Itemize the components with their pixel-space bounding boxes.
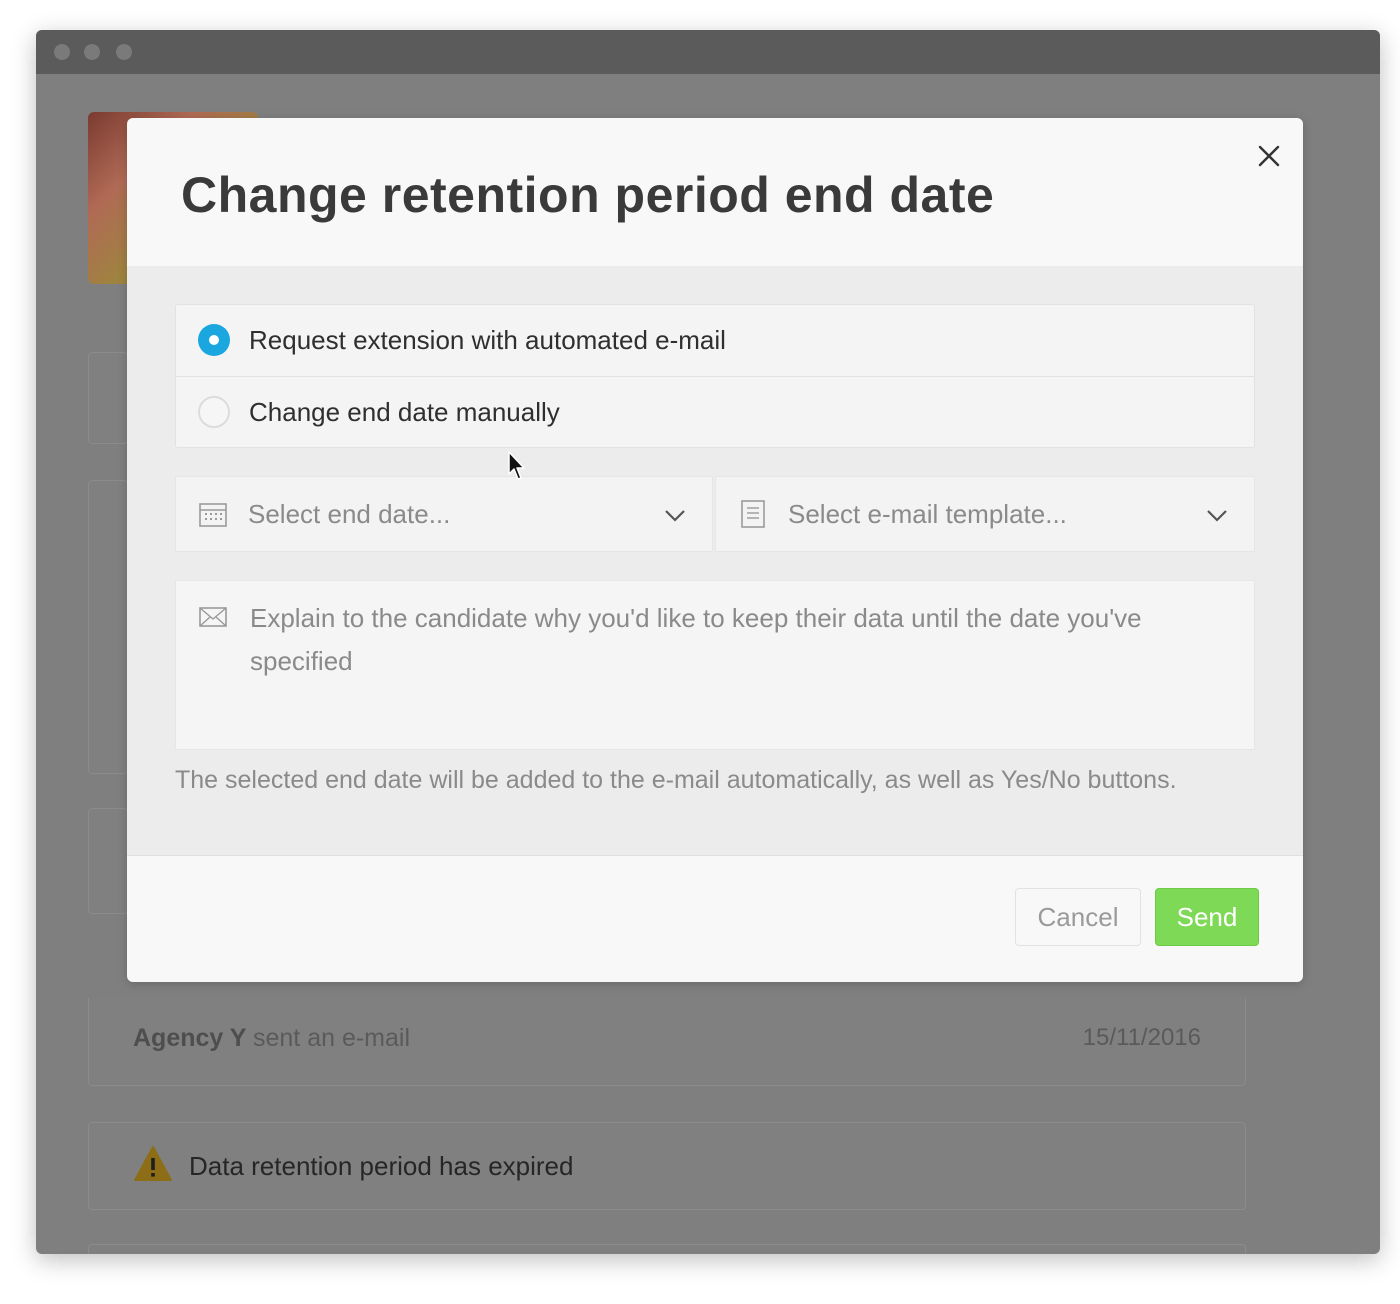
email-template-placeholder: Select e-mail template...	[788, 499, 1067, 529]
window-titlebar	[36, 30, 1380, 74]
window-minimize-dot[interactable]	[84, 44, 100, 60]
background-card	[88, 352, 128, 444]
window-close-dot[interactable]	[54, 44, 70, 60]
message-placeholder: Explain to the candidate why you'd like …	[250, 603, 1142, 676]
warning-icon	[134, 1146, 172, 1181]
option-automated-email[interactable]: Request extension with automated e-mail	[176, 305, 1254, 377]
end-date-placeholder: Select end date...	[248, 499, 451, 529]
email-template-select[interactable]: Select e-mail template...	[715, 476, 1255, 552]
calendar-icon	[199, 503, 227, 527]
envelope-icon	[199, 607, 227, 627]
background-card	[88, 1244, 1246, 1254]
message-textarea[interactable]: Explain to the candidate why you'd like …	[175, 580, 1255, 750]
background-card	[88, 480, 128, 774]
cancel-button[interactable]: Cancel	[1015, 888, 1141, 946]
modal-title: Change retention period end date	[181, 167, 995, 223]
app-window: Agency Y sent an e-mail 15/11/2016 Data …	[36, 30, 1380, 1254]
activity-row: Agency Y sent an e-mail 15/11/2016	[88, 998, 1246, 1086]
activity-date: 15/11/2016	[1082, 1024, 1201, 1051]
activity-action: sent an e-mail	[253, 1024, 411, 1052]
close-icon[interactable]	[1253, 140, 1285, 172]
option-manual-date[interactable]: Change end date manually	[176, 377, 1254, 449]
hint-text: The selected end date will be added to t…	[175, 766, 1177, 794]
option-label: Change end date manually	[249, 397, 560, 427]
option-label: Request extension with automated e-mail	[249, 325, 726, 355]
option-radio-group: Request extension with automated e-mail …	[175, 304, 1255, 448]
background-card	[88, 808, 128, 914]
radio-unselected[interactable]	[198, 396, 230, 428]
radio-selected[interactable]	[198, 324, 230, 356]
activity-sender: Agency Y	[133, 1024, 247, 1052]
modal-body: Request extension with automated e-mail …	[127, 266, 1303, 856]
retention-modal: Change retention period end date Request…	[127, 118, 1303, 982]
end-date-select[interactable]: Select end date...	[175, 476, 713, 552]
document-icon	[741, 500, 765, 528]
window-zoom-dot[interactable]	[116, 44, 132, 60]
send-button[interactable]: Send	[1155, 888, 1259, 946]
chevron-down-icon	[665, 510, 685, 522]
chevron-down-icon	[1207, 510, 1227, 522]
retention-alert: Data retention period has expired	[88, 1122, 1246, 1210]
mouse-pointer-icon	[508, 451, 525, 480]
alert-text: Data retention period has expired	[189, 1151, 574, 1181]
